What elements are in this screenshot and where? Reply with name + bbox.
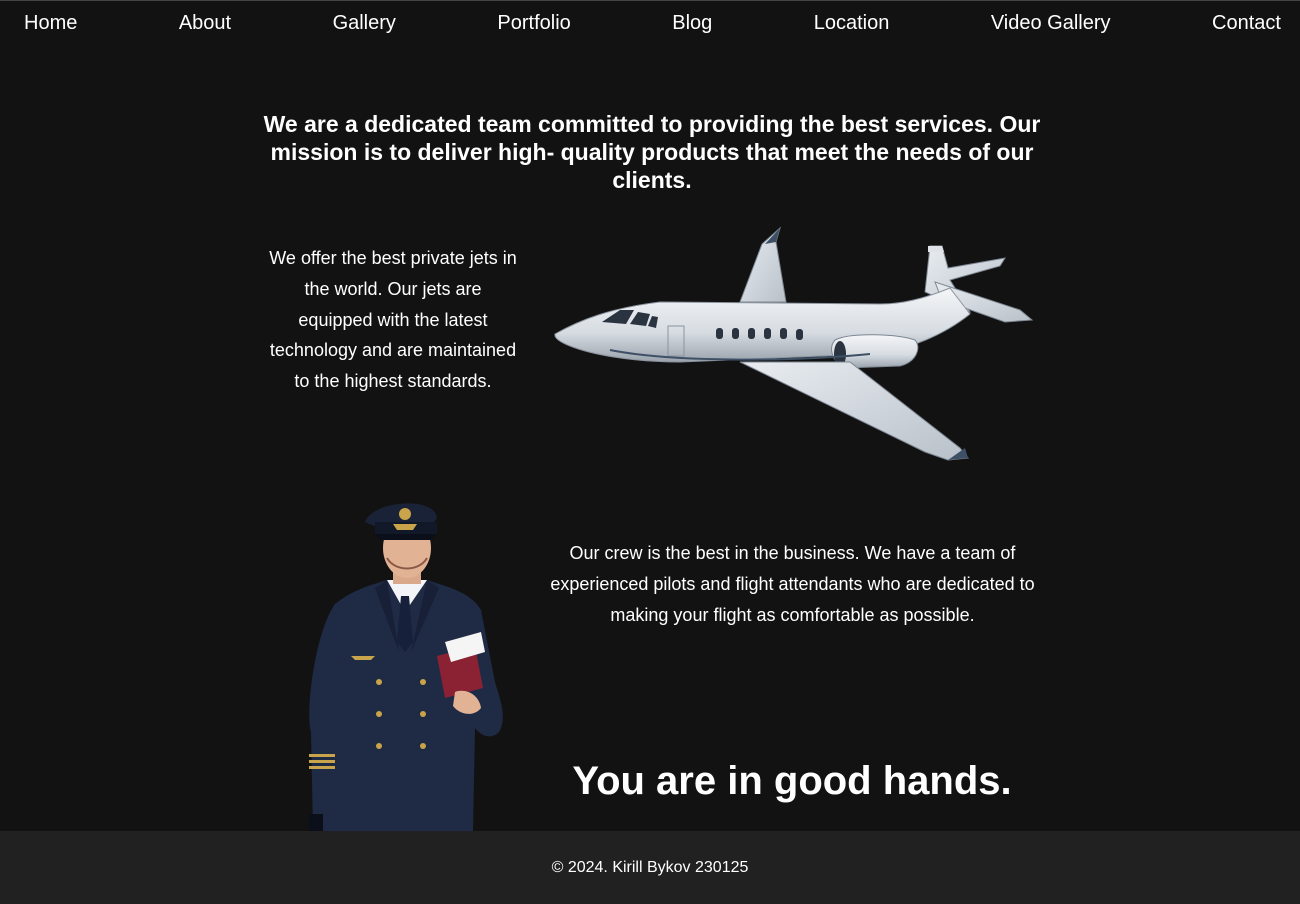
footer-copyright: © 2024. Kirill Bykov 230125 <box>551 858 749 876</box>
nav-location-link[interactable]: Location <box>814 12 890 35</box>
tagline-heading: You are in good hands. <box>572 759 1012 803</box>
nav-blog-link[interactable]: Blog <box>672 12 712 35</box>
footer: © 2024. Kirill Bykov 230125 <box>0 831 1300 904</box>
pilot-image <box>295 492 520 831</box>
main-nav: Home About Gallery Portfolio Blog Locati… <box>0 0 1300 46</box>
nav-video-gallery-link[interactable]: Video Gallery <box>991 12 1111 35</box>
nav-about-link[interactable]: About <box>179 12 231 35</box>
jets-description: We offer the best private jets in the wo… <box>269 248 517 392</box>
nav-home-link[interactable]: Home <box>24 12 77 35</box>
private-jet-image <box>550 222 1040 467</box>
nav-contact-link[interactable]: Contact <box>1212 12 1281 35</box>
nav-portfolio-link[interactable]: Portfolio <box>497 12 570 35</box>
mission-heading: We are a dedicated team committed to pro… <box>263 111 1041 193</box>
nav-gallery-link[interactable]: Gallery <box>333 12 396 35</box>
crew-description: Our crew is the best in the business. We… <box>550 543 1035 625</box>
